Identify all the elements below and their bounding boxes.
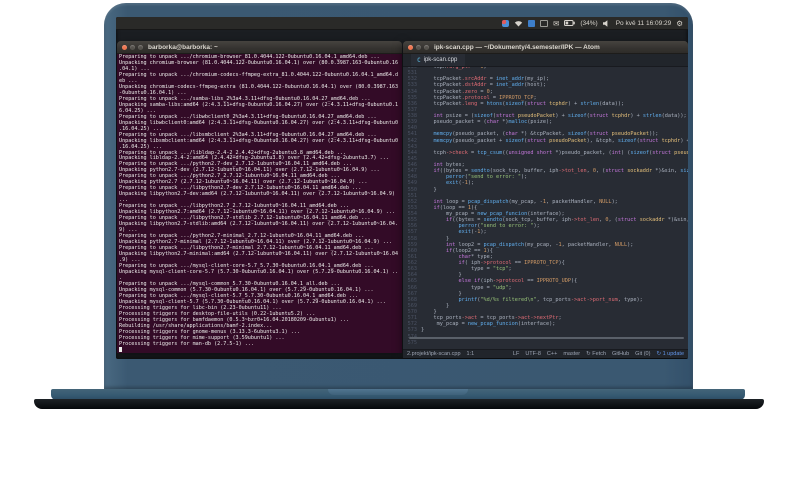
status-update-badge[interactable]: ↻ 1 update: [656, 351, 684, 357]
close-button[interactable]: [408, 44, 413, 50]
battery-icon[interactable]: [564, 20, 576, 26]
terminal-cursor: [119, 347, 122, 353]
clock[interactable]: Po kvě 11 16:09:29: [616, 17, 672, 30]
status-item[interactable]: UTF-8: [525, 351, 541, 357]
editor-titlebar[interactable]: ipk-scan.cpp — ~/Dokumenty/4.semester/IP…: [403, 41, 688, 54]
tab-ipk-scan[interactable]: C ipk-scan.cpp: [411, 54, 466, 66]
minimize-button[interactable]: [130, 44, 135, 50]
laptop-screen: ✉ (34%) Po kvě 11 16:09:29 ⚙ barborka@ba…: [116, 17, 688, 359]
terminal-output[interactable]: Preparing to unpack .../chromium-browser…: [117, 54, 402, 353]
wifi-icon[interactable]: [514, 20, 523, 27]
keyboard-layout-icon[interactable]: [528, 19, 536, 27]
session-gear-icon[interactable]: ⚙: [676, 17, 683, 30]
terminal-title: barborka@barborka: ~: [148, 43, 218, 51]
laptop-base-bottom: [34, 399, 764, 409]
code-line[interactable]: 575: [403, 340, 688, 346]
code-lines: 530 tcph.urg_ptr = 0; 531 532 tcpPacket.s…: [403, 67, 688, 346]
volume-icon[interactable]: [602, 19, 611, 27]
editor-title: ipk-scan.cpp — ~/Dokumenty/4.semester/IP…: [434, 43, 600, 51]
status-file-path[interactable]: 2.projekt/ipk-scan.cpp: [407, 351, 461, 357]
code-text: printf("%d/%s filtered\n", tcp_ports->ac…: [458, 296, 643, 303]
code-text: tcpPacket.leng = htons(sizeof(struct tcp…: [421, 100, 625, 107]
system-tray: ✉ (34%) Po kvě 11 16:09:29 ⚙: [502, 17, 688, 30]
laptop-notch: [328, 389, 468, 395]
code-text: memcpy(pseudo_packet + sizeof(struct pse…: [433, 137, 689, 144]
status-item[interactable]: ↻ Fetch: [586, 351, 606, 357]
laptop-lid: ✉ (34%) Po kvě 11 16:09:29 ⚙ barborka@ba…: [104, 3, 693, 389]
horizontal-scrollbar[interactable]: [409, 337, 684, 339]
status-bar: 2.projekt/ipk-scan.cpp 1:1 LF UTF-8 C++ mas…: [403, 349, 688, 358]
tab-bar: C ipk-scan.cpp: [403, 54, 688, 67]
status-item[interactable]: C++: [547, 351, 557, 357]
status-cursor-position[interactable]: 1:1: [467, 351, 475, 357]
window-buttons: [122, 44, 143, 50]
editor-window: ipk-scan.cpp — ~/Dokumenty/4.semester/IP…: [403, 41, 688, 358]
line-number: 575: [407, 339, 417, 346]
maximize-button[interactable]: [138, 44, 143, 50]
terminal-window: barborka@barborka: ~ Preparing to unpack…: [117, 41, 402, 353]
status-item[interactable]: GitHub: [612, 351, 629, 357]
close-button[interactable]: [122, 44, 127, 50]
laptop-mockup: ✉ (34%) Po kvě 11 16:09:29 ⚙ barborka@ba…: [0, 0, 800, 477]
code-text: pseudo_packet = (char *)malloc(psize);: [421, 119, 553, 126]
battery-percentage[interactable]: (34%): [580, 17, 597, 30]
status-item[interactable]: master: [563, 351, 580, 357]
code-line[interactable]: 542 memcpy(pseudo_packet + sizeof(struct…: [403, 138, 688, 144]
code-editor[interactable]: 530 tcph.urg_ptr = 0; 531 532 tcpPacket.s…: [403, 67, 688, 349]
tab-label: ipk-scan.cpp: [423, 57, 458, 63]
code-text: tcph.urg_ptr = 0;: [421, 67, 487, 70]
status-item[interactable]: LF: [513, 351, 519, 357]
status-right: LF UTF-8 C++ master ↻ Fetch GitHub Git (0) ↻ 1 …: [513, 351, 684, 357]
minimize-button[interactable]: [416, 44, 421, 50]
status-left: 2.projekt/ipk-scan.cpp 1:1: [407, 351, 474, 357]
indicator-icon[interactable]: [540, 19, 549, 27]
system-top-bar: ✉ (34%) Po kvě 11 16:09:29 ⚙: [116, 17, 688, 30]
c-file-icon: C: [417, 56, 421, 64]
mail-icon[interactable]: ✉: [553, 17, 559, 30]
code-text: my_pcap = new_pcap_funcion(interface);: [421, 321, 556, 328]
code-text: tcph->check = tcp_csum((unsigned short *…: [421, 149, 688, 156]
window-buttons: [408, 44, 429, 50]
status-item[interactable]: Git (0): [635, 351, 650, 357]
code-line[interactable]: 544 tcph->check = tcp_csum((unsigned sho…: [403, 150, 688, 156]
maximize-button[interactable]: [424, 44, 429, 50]
input-source-icon[interactable]: [502, 19, 510, 27]
terminal-titlebar[interactable]: barborka@barborka: ~: [117, 41, 402, 54]
